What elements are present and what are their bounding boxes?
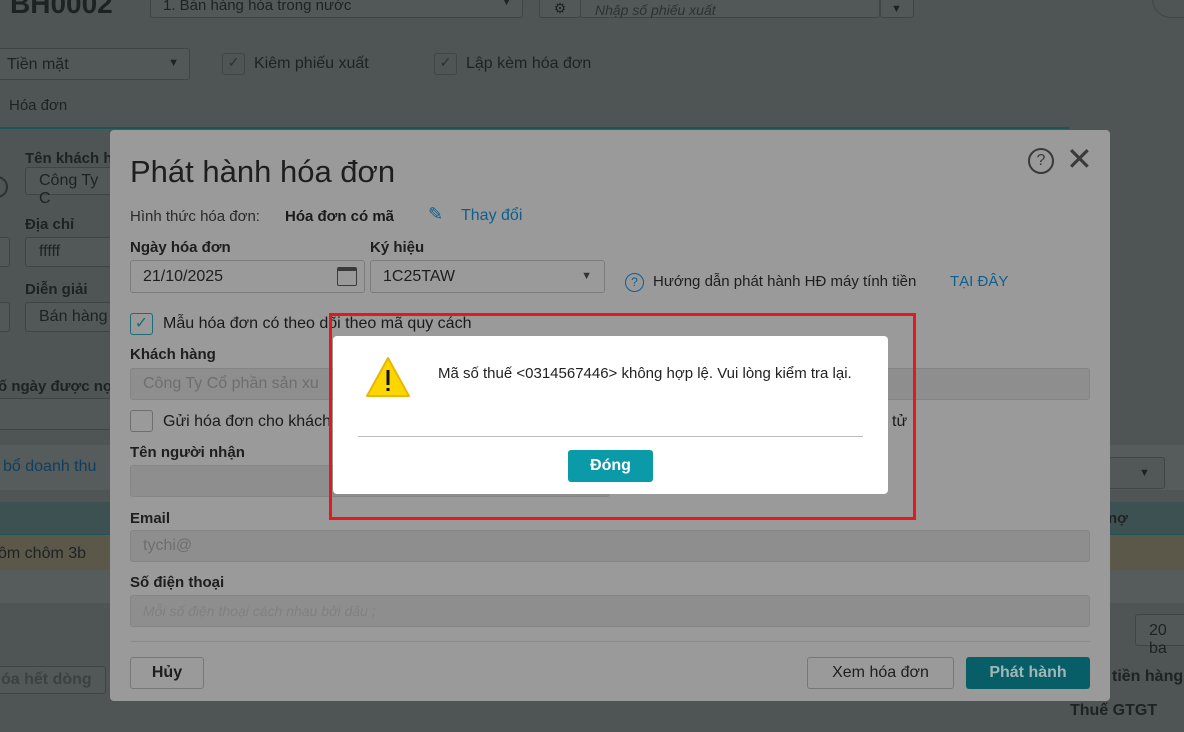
settings-button[interactable]: ⚙: [539, 0, 581, 18]
alert-message: Mã số thuế <0314567446> không hợp lệ. Vu…: [438, 365, 852, 382]
date-value: 21/10/2025: [143, 267, 224, 285]
revenue-link[interactable]: bổ doanh thu: [3, 458, 96, 476]
template-checkbox[interactable]: ✓: [130, 313, 153, 335]
customer-value: Công Ty Cổ phần sản xu: [143, 375, 319, 392]
email-value: tychi@: [143, 537, 193, 554]
tab-invoice[interactable]: Hóa đơn: [9, 97, 67, 114]
phone-input[interactable]: Mỗi số điện thoại cách nhau bởi dấu ;: [130, 595, 1090, 627]
chevron-down-icon: ▼: [1139, 467, 1150, 479]
filter-select[interactable]: ▼: [1105, 457, 1165, 489]
sale-type-select[interactable]: 1. Bán hàng hóa trong nước ▼: [150, 0, 523, 18]
guide-text: Hướng dẫn phát hành HĐ máy tính tiền: [653, 273, 917, 290]
debt-days-input[interactable]: [0, 398, 125, 430]
column-debt: nợ: [1108, 510, 1128, 527]
alert-close-button[interactable]: Đóng: [568, 450, 653, 482]
gear-icon: ⚙: [553, 0, 567, 16]
search-input[interactable]: Nhập số phiếu xuất: [580, 0, 880, 18]
phone-placeholder: Mỗi số điện thoại cách nhau bởi dấu ;: [143, 603, 376, 619]
symbol-value: 1C25TAW: [383, 267, 456, 285]
total-goods-label: tiền hàng: [1112, 668, 1184, 685]
chevron-down-icon: ▼: [501, 0, 512, 8]
invoice-type-label: Hình thức hóa đơn:: [130, 208, 260, 225]
recipient-label: Tên người nhận: [130, 444, 245, 461]
page-size-value: 20 ba: [1149, 622, 1167, 657]
description-label: Diễn giải: [25, 281, 88, 298]
page-size-select[interactable]: 20 ba: [1135, 614, 1184, 657]
search-dropdown[interactable]: ▼: [880, 0, 914, 18]
delete-rows-label: óa hết dòng: [1, 671, 92, 688]
customer-name-value: Công Ty C: [39, 172, 99, 207]
symbol-select[interactable]: 1C25TAW ▼: [370, 260, 605, 293]
address-label: Địa chỉ: [25, 216, 75, 233]
chevron-down-icon: ▼: [891, 3, 902, 15]
footer-divider: [130, 641, 1090, 642]
invoice-type-value: Hóa đơn có mã: [285, 208, 395, 225]
alert-dialog: Mã số thuế <0314567446> không hợp lệ. Vu…: [333, 336, 888, 494]
status-button[interactable]: [1152, 0, 1184, 18]
issue-button[interactable]: Phát hành: [966, 657, 1090, 689]
warning-icon: [366, 357, 410, 397]
cancel-button[interactable]: Hủy: [130, 657, 204, 689]
guide-link[interactable]: TẠI ĐÂY: [950, 273, 1008, 290]
description-value: Bán hàng: [39, 308, 108, 325]
customer-name-label: Tên khách h: [25, 150, 113, 167]
export-checkbox[interactable]: ✓: [222, 53, 245, 75]
send-checkbox[interactable]: [130, 410, 153, 432]
preview-button[interactable]: Xem hóa đơn: [807, 657, 954, 689]
dialog-title: Phát hành hóa đơn: [130, 154, 396, 189]
close-icon[interactable]: ✕: [1066, 142, 1093, 176]
sale-type-value: 1. Bán hàng hóa trong nước: [163, 0, 352, 14]
tab-underline: [0, 127, 1070, 129]
vat-label: Thuế GTGT: [1070, 702, 1158, 719]
email-label: Email: [130, 510, 171, 527]
change-link[interactable]: Thay đổi: [461, 207, 522, 225]
calendar-icon[interactable]: [337, 267, 357, 286]
symbol-label: Ký hiệu: [370, 239, 425, 256]
address-value: fffff: [39, 243, 61, 260]
help-icon[interactable]: ?: [1028, 148, 1054, 174]
chevron-down-icon: ▼: [168, 57, 179, 69]
invoice-label: Lập kèm hóa đơn: [466, 55, 592, 72]
alert-divider: [358, 436, 863, 437]
payment-value: Tiền mặt: [7, 56, 69, 73]
left-field[interactable]: [0, 237, 10, 267]
email-input[interactable]: tychi@: [130, 530, 1090, 562]
phone-label: Số điện thoại: [130, 574, 225, 591]
chevron-down-icon: ▼: [581, 270, 592, 282]
payment-select[interactable]: Tiền mặt ▼: [0, 48, 190, 80]
customer-label: Khách hàng: [130, 346, 216, 363]
debt-days-label: ố ngày được nợ: [0, 378, 114, 395]
search-placeholder: Nhập số phiếu xuất: [595, 2, 716, 18]
delete-rows-button[interactable]: óa hết dòng: [0, 666, 106, 694]
doc-code: BH0002: [10, 0, 113, 19]
send-label: Gửi hóa đơn cho khách: [163, 413, 331, 430]
export-label: Kiêm phiếu xuất: [254, 55, 369, 72]
guide-help-icon: ?: [625, 273, 644, 292]
left-field-2[interactable]: [0, 302, 10, 332]
customer-search-icon[interactable]: [0, 176, 8, 198]
date-label: Ngày hóa đơn: [130, 239, 231, 256]
pencil-icon[interactable]: ✎: [428, 204, 443, 225]
row-item-name: ôm chôm 3b: [0, 545, 87, 562]
invoice-checkbox[interactable]: ✓: [434, 53, 457, 75]
date-input[interactable]: 21/10/2025: [130, 260, 365, 293]
